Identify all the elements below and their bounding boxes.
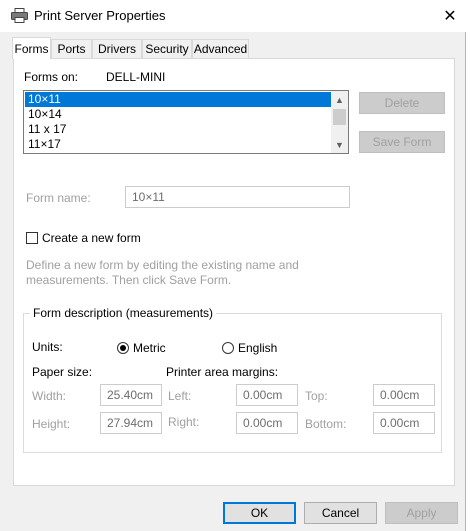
metric-label[interactable]: Metric (133, 341, 166, 355)
english-label[interactable]: English (238, 341, 277, 355)
scroll-down-icon[interactable]: ▼ (331, 136, 348, 153)
list-scrollbar[interactable]: ▲ ▼ (331, 91, 348, 153)
list-item-label: 11×17 (28, 137, 61, 151)
tab-security[interactable]: Security (142, 39, 192, 58)
hint-text: Define a new form by editing the existin… (26, 258, 299, 287)
left-margin-value: 0.00cm (243, 388, 283, 402)
forms-listbox[interactable]: 10×11 10×14 11 x 17 11×17 ▲ ▼ (23, 90, 349, 154)
printer-margins-label: Printer area margins: (166, 365, 279, 379)
forms-on-label: Forms on: (24, 70, 79, 84)
button-label: Delete (384, 96, 420, 110)
right-margin-label: Right: (168, 415, 200, 429)
scroll-up-icon[interactable]: ▲ (331, 91, 348, 108)
tab-label: Ports (57, 42, 86, 56)
title-bar[interactable]: Print Server Properties ✕ (0, 0, 466, 32)
left-margin-label: Left: (168, 389, 192, 403)
server-name: DELL-MINI (106, 70, 166, 84)
button-label: Save Form (372, 135, 432, 149)
close-button[interactable]: ✕ (436, 3, 464, 29)
print-server-properties-dialog: Print Server Properties ✕ Forms Ports Dr… (0, 0, 466, 531)
save-form-button[interactable]: Save Form (359, 131, 445, 153)
left-margin-field[interactable]: 0.00cm (236, 384, 298, 406)
scroll-thumb[interactable] (333, 109, 346, 125)
printer-icon (11, 8, 28, 26)
tab-drivers[interactable]: Drivers (92, 39, 142, 58)
tab-label: Security (145, 42, 189, 56)
close-icon: ✕ (443, 8, 457, 25)
create-new-form-checkbox[interactable] (26, 232, 38, 244)
units-label: Units: (32, 340, 63, 354)
form-name-label: Form name: (26, 191, 91, 205)
bottom-margin-field[interactable]: 0.00cm (373, 412, 435, 434)
list-item-label: 10×11 (28, 92, 61, 106)
background-window-edge (466, 0, 470, 531)
tab-label: Advanced (193, 42, 248, 56)
tab-ports[interactable]: Ports (51, 39, 92, 58)
button-label: Cancel (321, 506, 360, 520)
radio-dot (120, 345, 126, 351)
paper-size-label: Paper size: (32, 365, 93, 379)
form-name-field[interactable]: 10×11 (125, 186, 350, 208)
form-name-value: 10×11 (132, 190, 165, 204)
tab-label: Drivers (98, 42, 136, 56)
list-item[interactable]: 11×17 (25, 137, 331, 152)
list-item[interactable]: 11 x 17 (25, 122, 331, 137)
button-label: Apply (406, 506, 437, 520)
tab-advanced[interactable]: Advanced (192, 39, 249, 58)
window-title: Print Server Properties (34, 8, 166, 23)
button-label: OK (250, 506, 269, 520)
top-margin-value: 0.00cm (380, 388, 420, 402)
bottom-margin-value: 0.00cm (380, 416, 420, 430)
height-value: 27.94cm (107, 416, 154, 430)
list-item-label: 11 x 17 (28, 122, 67, 136)
top-margin-label: Top: (305, 389, 328, 403)
apply-button[interactable]: Apply (385, 502, 458, 524)
create-new-form-label[interactable]: Create a new form (42, 231, 141, 245)
top-margin-field[interactable]: 0.00cm (373, 384, 435, 406)
cancel-button[interactable]: Cancel (304, 502, 377, 524)
list-item-label: 10×14 (28, 107, 62, 121)
tab-forms[interactable]: Forms (12, 37, 51, 59)
list-item[interactable]: 10×14 (25, 107, 331, 122)
delete-button[interactable]: Delete (359, 92, 445, 114)
ok-button[interactable]: OK (223, 502, 296, 524)
right-margin-field[interactable]: 0.00cm (236, 412, 298, 434)
tab-label: Forms (14, 41, 49, 56)
english-radio[interactable] (222, 342, 234, 354)
width-value: 25.40cm (107, 388, 154, 402)
width-field[interactable]: 25.40cm (100, 384, 162, 406)
right-margin-value: 0.00cm (243, 416, 283, 430)
list-item[interactable]: 10×11 (25, 92, 331, 107)
height-field[interactable]: 27.94cm (100, 412, 162, 434)
metric-radio[interactable] (117, 342, 129, 354)
width-label: Width: (32, 389, 67, 403)
bottom-margin-label: Bottom: (305, 417, 347, 431)
form-description-label: Form description (measurements) (30, 306, 217, 320)
height-label: Height: (32, 417, 71, 431)
